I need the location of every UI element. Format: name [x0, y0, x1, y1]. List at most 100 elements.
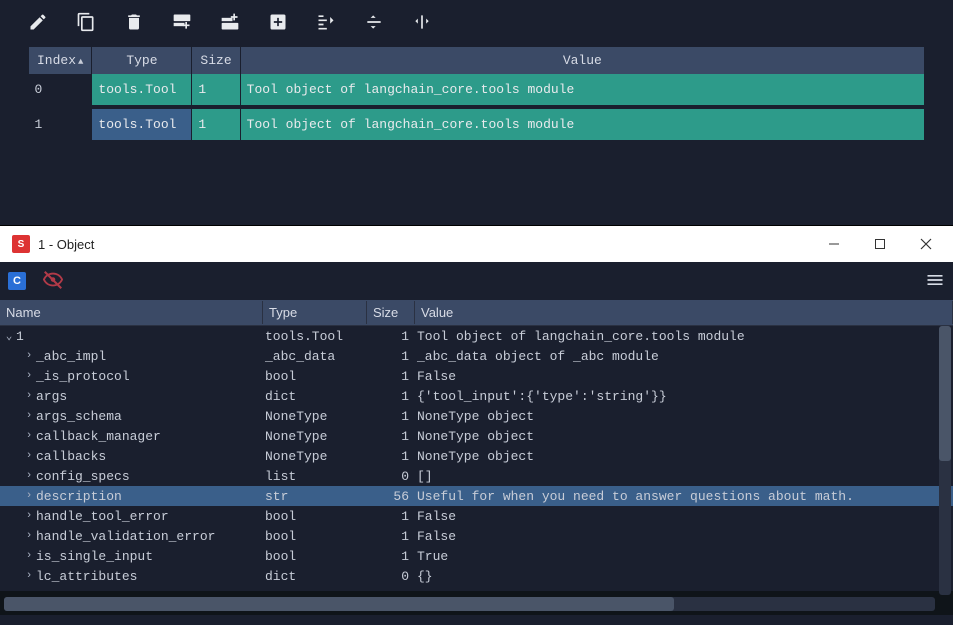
expand-icon[interactable]: ›: [22, 510, 36, 522]
expand-icon[interactable]: ›: [22, 410, 36, 422]
expand-icon[interactable]: ›: [22, 350, 36, 362]
tree-row[interactable]: ›callbacksNoneType1NoneType object: [0, 446, 953, 466]
expand-icon[interactable]: ›: [22, 470, 36, 482]
cell-size: 1: [367, 529, 415, 544]
inspector-header: Name Type Size Value: [0, 300, 953, 326]
cell-type: bool: [263, 529, 367, 544]
close-button[interactable]: [903, 226, 949, 262]
cell-size: 1: [367, 429, 415, 444]
tree-row[interactable]: ›is_single_inputbool1True: [0, 546, 953, 566]
insert-row-below-icon[interactable]: [220, 12, 240, 32]
cell-value: False: [415, 529, 953, 544]
tree-row[interactable]: ⌄1tools.Tool1Tool object of langchain_co…: [0, 326, 953, 346]
expand-icon[interactable]: ›: [22, 570, 36, 582]
vline-icon[interactable]: [412, 12, 432, 32]
cell-type: tools.Tool: [92, 74, 192, 107]
collapse-icon[interactable]: [316, 12, 336, 32]
col-header-index[interactable]: Index▲: [29, 47, 92, 75]
cell-type: NoneType: [263, 409, 367, 424]
horizontal-scrollbar[interactable]: [4, 597, 935, 611]
col-header-type[interactable]: Type: [263, 301, 367, 324]
object-class-icon[interactable]: C: [8, 272, 26, 290]
titlebar[interactable]: S 1 - Object: [0, 226, 953, 262]
cell-name: ›args_schema: [0, 409, 263, 424]
cell-value: Tool object of langchain_core.tools modu…: [240, 107, 924, 142]
hline-icon[interactable]: [364, 12, 384, 32]
cell-name: ›callbacks: [0, 449, 263, 464]
expand-icon[interactable]: ›: [22, 530, 36, 542]
cell-size: 1: [367, 409, 415, 424]
table-row[interactable]: 0tools.Tool1Tool object of langchain_cor…: [29, 74, 925, 107]
toggle-visibility-icon[interactable]: [42, 269, 64, 294]
tree-row[interactable]: ›args_schemaNoneType1NoneType object: [0, 406, 953, 426]
cell-value: NoneType object: [415, 409, 953, 424]
cell-value: _abc_data object of _abc module: [415, 349, 953, 364]
cell-type: dict: [263, 569, 367, 584]
cell-size: 56: [367, 489, 415, 504]
col-header-type[interactable]: Type: [92, 47, 192, 75]
scroll-thumb[interactable]: [939, 326, 951, 461]
cell-name: ›lc_attributes: [0, 569, 263, 584]
tree-row[interactable]: ›handle_validation_errorbool1False: [0, 526, 953, 546]
expand-icon[interactable]: ›: [22, 390, 36, 402]
variable-table[interactable]: Index▲ Type Size Value 0tools.Tool1Tool …: [28, 46, 925, 144]
cell-size: 1: [192, 107, 240, 142]
minimize-button[interactable]: [811, 226, 857, 262]
tree-row[interactable]: ›config_specslist0[]: [0, 466, 953, 486]
expand-icon[interactable]: ›: [22, 490, 36, 502]
cell-size: 1: [367, 349, 415, 364]
cell-type: bool: [263, 369, 367, 384]
delete-icon[interactable]: [124, 12, 144, 32]
cell-type: _abc_data: [263, 349, 367, 364]
app-icon: S: [12, 235, 30, 253]
col-header-value[interactable]: Value: [240, 47, 924, 75]
scroll-thumb[interactable]: [4, 597, 674, 611]
tree-row[interactable]: ›callback_managerNoneType1NoneType objec…: [0, 426, 953, 446]
col-header-name[interactable]: Name: [0, 301, 263, 324]
tree-row[interactable]: ›argsdict1{'tool_input':{'type':'string'…: [0, 386, 953, 406]
cell-value: Useful for when you need to answer quest…: [415, 489, 953, 504]
cell-size: 0: [367, 569, 415, 584]
inspector-toolbar: C: [0, 262, 953, 300]
cell-size: 0: [367, 469, 415, 484]
expand-icon[interactable]: ⌄: [2, 329, 16, 343]
cell-index: 1: [29, 107, 92, 142]
cell-index: 0: [29, 74, 92, 107]
col-header-size[interactable]: Size: [192, 47, 240, 75]
expand-icon[interactable]: ›: [22, 370, 36, 382]
table-row[interactable]: 1tools.Tool1Tool object of langchain_cor…: [29, 107, 925, 142]
cell-size: 1: [367, 509, 415, 524]
tree-row[interactable]: ›_is_protocolbool1False: [0, 366, 953, 386]
expand-icon[interactable]: ›: [22, 550, 36, 562]
cell-type: str: [263, 489, 367, 504]
cell-value: {'tool_input':{'type':'string'}}: [415, 389, 953, 404]
object-inspector-window: S 1 - Object C Name Type Size Value ⌄1to…: [0, 225, 953, 615]
col-header-size[interactable]: Size: [367, 301, 415, 324]
menu-icon[interactable]: [925, 270, 945, 293]
expand-icon[interactable]: ›: [22, 430, 36, 442]
cell-name: ›is_single_input: [0, 549, 263, 564]
cell-size: 1: [367, 329, 415, 344]
cell-value: Tool object of langchain_core.tools modu…: [415, 329, 953, 344]
cell-type: NoneType: [263, 449, 367, 464]
add-icon[interactable]: [268, 12, 288, 32]
copy-icon[interactable]: [76, 12, 96, 32]
edit-icon[interactable]: [28, 12, 48, 32]
cell-value: Tool object of langchain_core.tools modu…: [240, 74, 924, 107]
inspector-tree[interactable]: ⌄1tools.Tool1Tool object of langchain_co…: [0, 326, 953, 591]
cell-size: 1: [367, 389, 415, 404]
expand-icon[interactable]: ›: [22, 450, 36, 462]
cell-value: []: [415, 469, 953, 484]
cell-name: ›config_specs: [0, 469, 263, 484]
cell-value: {}: [415, 569, 953, 584]
vertical-scrollbar[interactable]: [939, 326, 951, 595]
cell-size: 1: [367, 369, 415, 384]
cell-type: list: [263, 469, 367, 484]
tree-row[interactable]: ›descriptionstr56Useful for when you nee…: [0, 486, 953, 506]
tree-row[interactable]: ›handle_tool_errorbool1False: [0, 506, 953, 526]
tree-row[interactable]: ›lc_attributesdict0{}: [0, 566, 953, 586]
tree-row[interactable]: ›_abc_impl_abc_data1_abc_data object of …: [0, 346, 953, 366]
col-header-value[interactable]: Value: [415, 301, 953, 324]
maximize-button[interactable]: [857, 226, 903, 262]
insert-row-above-icon[interactable]: [172, 12, 192, 32]
